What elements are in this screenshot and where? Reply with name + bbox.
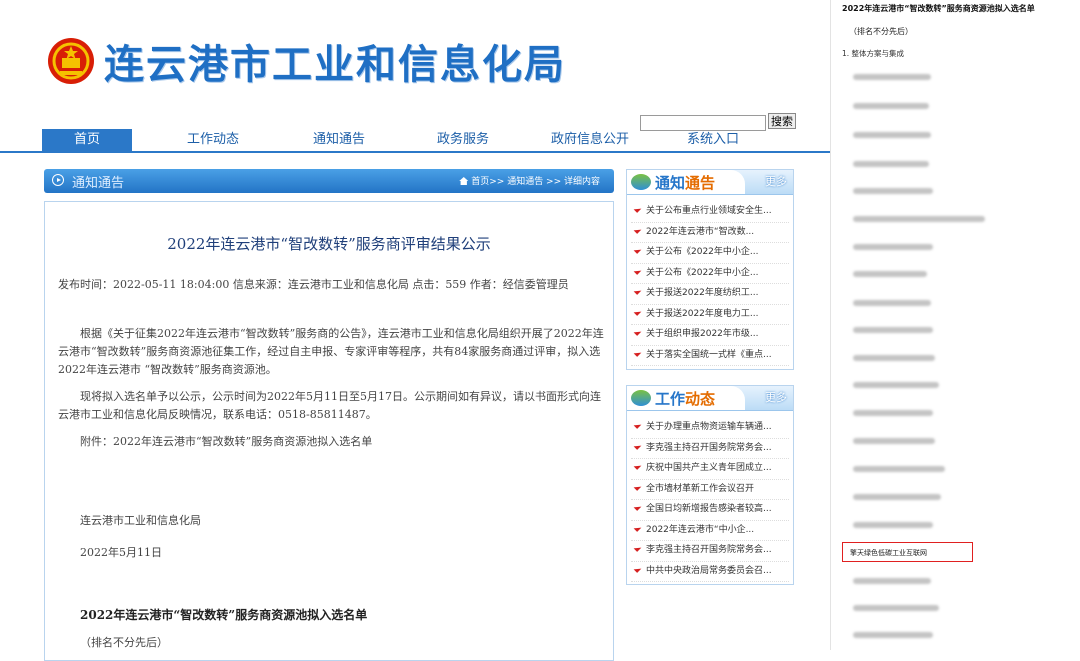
attachment-section-heading: 1. 整体方案与集成 (842, 49, 905, 58)
breadcrumb: 首页>> 通知通告 >> 详细内容 (459, 174, 600, 187)
article-date: 2022年5月11日 (80, 546, 162, 559)
red-arrow-icon (633, 266, 642, 275)
list-item[interactable]: 关于公布《2022年中小企... (631, 243, 789, 264)
chat-bubble-icon (631, 174, 651, 190)
notice-more-link[interactable]: 更多 (765, 173, 787, 189)
home-icon (459, 177, 469, 185)
red-arrow-icon (633, 544, 642, 552)
work-news-more-link[interactable]: 更多 (765, 389, 787, 405)
list-item[interactable]: 李克强主持召开国务院常务会... (631, 439, 789, 459)
nav-item-notices[interactable]: 通知通告 (296, 129, 382, 151)
list-title: 2022年连云港市“智改数转”服务商资源池拟入选名单 (80, 608, 368, 622)
work-news-list: 关于办理重点物资运输车辆通... 李克强主持召开国务院常务会... 庆祝中国共产… (631, 418, 789, 582)
national-emblem-icon (48, 38, 94, 84)
list-item[interactable]: 2022年连云港市“智改数... (631, 223, 789, 243)
article-signature: 连云港市工业和信息化局 (80, 514, 201, 527)
blurred-entry (853, 216, 985, 222)
nav-item-home[interactable]: 首页 (42, 129, 132, 151)
blurred-entry (853, 605, 939, 611)
main-section-bar: 通知通告 首页>> 通知通告 >> 详细内容 (44, 169, 614, 193)
red-arrow-icon (633, 462, 642, 470)
article-paragraph: 现将拟入选名单予以公示，公示时间为2022年5月11日至5月17日。公示期间如有… (58, 390, 601, 421)
blurred-entry (853, 300, 931, 306)
notice-list: 关于公布重点行业领域安全生... 2022年连云港市“智改数... 关于公布《2… (631, 202, 789, 366)
notice-box: 通知通告 更多 关于公布重点行业领域安全生... 2022年连云港市“智改数..… (626, 169, 794, 370)
section-title: 通知通告 (72, 176, 125, 191)
blurred-entry (853, 466, 945, 472)
hands-icon (631, 390, 651, 406)
blurred-entry (853, 188, 933, 194)
list-item[interactable]: 关于报送2022年度电力工... (631, 305, 789, 325)
site-title[interactable]: 连云港市工业和信息化局 (104, 32, 566, 90)
breadcrumb-text[interactable]: 首页>> 通知通告 >> 详细内容 (471, 177, 600, 187)
list-item[interactable]: 全国日均新增报告感染者较高... (631, 500, 789, 521)
main-nav: 首页 工作动态 通知通告 政务服务 政府信息公开 系统入口 (0, 129, 830, 153)
attachment-subtitle: （排名不分先后） (849, 27, 913, 36)
list-item[interactable]: 中共中央政治局常务委员会召... (631, 562, 789, 582)
red-arrow-icon (633, 205, 642, 213)
list-item[interactable]: 关于报送2022年度纺织工... (631, 284, 789, 305)
nav-item-gov-info[interactable]: 政府信息公开 (540, 129, 640, 151)
search-button[interactable]: 搜索 (768, 113, 796, 129)
article-paragraph: 根据《关于征集2022年连云港市“智改数转”服务商的公告》，连云港市工业和信息化… (58, 327, 604, 376)
blurred-entry (853, 355, 935, 361)
nav-item-work-news[interactable]: 工作动态 (170, 129, 256, 151)
list-item[interactable]: 2022年连云港市“中小企... (631, 521, 789, 541)
list-item[interactable]: 庆祝中国共产主义青年团成立... (631, 459, 789, 480)
notice-box-title: 通知通告 (655, 174, 716, 192)
list-item[interactable]: 李克强主持召开国务院常务会... (631, 541, 789, 562)
attachment-title: 2022年连云港市“智改数转”服务商资源池拟入选名单 (842, 4, 1035, 13)
work-news-box-header: 工作动态 更多 (627, 386, 793, 411)
play-circle-icon (52, 174, 64, 186)
red-arrow-icon (633, 564, 642, 573)
nav-item-system-entry[interactable]: 系统入口 (670, 129, 756, 151)
list-item[interactable]: 关于办理重点物资运输车辆通... (631, 418, 789, 439)
blurred-entry (853, 410, 933, 416)
list-item[interactable]: 关于公布重点行业领域安全生... (631, 202, 789, 223)
article-attachment[interactable]: 附件：2022年连云港市“智改数转”服务商资源池拟入选名单 (58, 433, 606, 451)
red-arrow-icon (633, 348, 642, 357)
red-arrow-icon (633, 482, 642, 491)
article-meta: 发布时间：2022-05-11 18:04:00 信息来源：连云港市工业和信息化… (58, 278, 569, 291)
notice-box-header: 通知通告 更多 (627, 170, 793, 195)
red-arrow-icon (633, 328, 642, 336)
blurred-entry (853, 161, 929, 167)
red-arrow-icon (633, 503, 642, 511)
blurred-entry (853, 632, 933, 638)
red-arrow-icon (633, 441, 642, 450)
red-arrow-icon (633, 225, 642, 234)
list-item[interactable]: 关于公布《2022年中小企... (631, 264, 789, 284)
red-arrow-icon (633, 421, 642, 429)
nav-item-gov-services[interactable]: 政务服务 (420, 129, 506, 151)
blurred-entry (853, 578, 931, 584)
work-news-box: 工作动态 更多 关于办理重点物资运输车辆通... 李克强主持召开国务院常务会..… (626, 385, 794, 585)
list-item[interactable]: 关于落实全国统一式样《重点... (631, 346, 789, 366)
blurred-entry (853, 132, 931, 138)
blurred-entry (853, 103, 929, 109)
red-arrow-icon (633, 523, 642, 532)
article-body: 根据《关于征集2022年连云港市“智改数转”服务商的公告》，连云港市工业和信息化… (58, 325, 606, 460)
red-arrow-icon (633, 307, 642, 316)
blurred-entry (853, 494, 941, 500)
blurred-entry (853, 244, 933, 250)
blurred-entry (853, 327, 933, 333)
list-note: （排名不分先后） (80, 636, 168, 649)
blurred-entry (853, 382, 939, 388)
red-arrow-icon (633, 246, 642, 254)
highlighted-entry: 擎天绿色低碳工业互联网 (850, 549, 927, 557)
article-title: 2022年连云港市“智改数转”服务商评审结果公示 (167, 235, 491, 253)
blurred-entry (853, 271, 927, 277)
blurred-entry (853, 74, 931, 80)
blurred-entry (853, 438, 935, 444)
list-item[interactable]: 关于组织申报2022年市级... (631, 325, 789, 346)
blurred-entry (853, 522, 933, 528)
work-news-box-title: 工作动态 (655, 390, 716, 408)
red-arrow-icon (633, 287, 642, 295)
list-item[interactable]: 全市墙材革新工作会议召开 (631, 480, 789, 500)
